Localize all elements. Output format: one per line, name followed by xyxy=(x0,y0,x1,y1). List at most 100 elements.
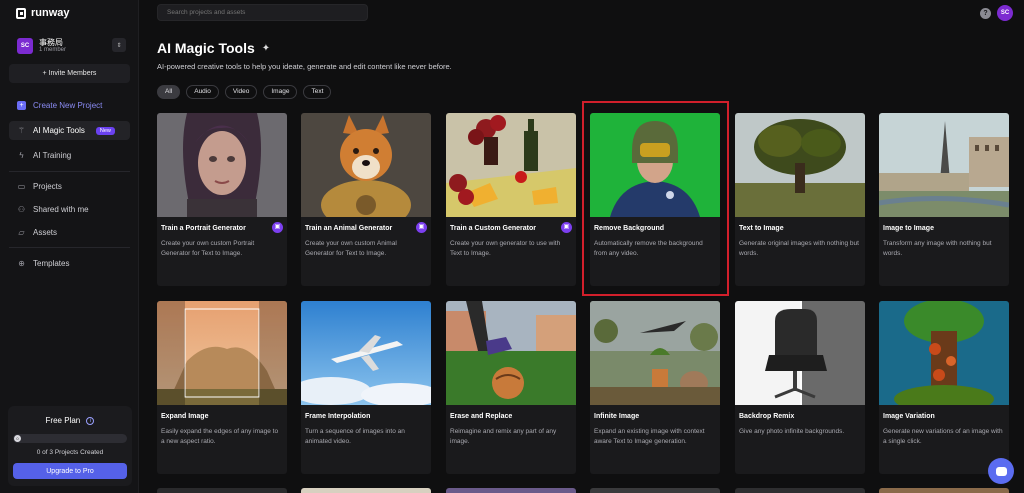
desert-thumbnail xyxy=(157,301,287,405)
users-icon: ⚇ xyxy=(17,205,26,214)
sidebar-item-assets[interactable]: ▱ Assets xyxy=(9,223,130,242)
card-thumbnail xyxy=(446,113,576,217)
magic-wand-icon: ✦ xyxy=(261,42,271,54)
tool-card-text-to-image[interactable]: Text to Image Generate original images w… xyxy=(735,113,865,286)
team-switcher[interactable]: SC 事務局 1 member ⇕ xyxy=(9,33,130,58)
upgrade-button[interactable]: Upgrade to Pro xyxy=(13,463,127,479)
card-description: Create your own custom Portrait Generato… xyxy=(161,240,255,257)
filter-bar: All Audio Video Image Text xyxy=(157,85,332,99)
tool-card-animal-generator[interactable]: Train an Animal Generator ▣ Create your … xyxy=(301,113,431,286)
wand-icon: ⚚ xyxy=(17,126,26,135)
lock-icon: ▣ xyxy=(272,222,283,233)
airplane-thumbnail xyxy=(301,301,431,405)
lock-icon: ▣ xyxy=(561,222,572,233)
sidebar-item-ai-magic-tools[interactable]: ⚚ AI Magic Tools New xyxy=(9,121,130,140)
card-row-3-peek xyxy=(879,488,1009,493)
card-thumbnail xyxy=(157,301,287,405)
page-subtitle: AI-powered creative tools to help you id… xyxy=(157,62,452,71)
divider xyxy=(9,171,130,172)
card-title: Text to Image xyxy=(739,225,784,232)
portrait-thumbnail xyxy=(157,113,287,217)
invite-members-button[interactable]: + Invite Members xyxy=(9,64,130,83)
sidebar-item-label: AI Magic Tools xyxy=(33,126,85,135)
card-description: Expand an existing image with context aw… xyxy=(594,428,705,445)
card-title: Expand Image xyxy=(161,413,209,420)
card-thumbnail xyxy=(301,301,431,405)
card-thumbnail xyxy=(301,113,431,217)
card-thumbnail xyxy=(590,301,720,405)
plus-icon: + xyxy=(17,101,26,110)
search-input[interactable] xyxy=(157,4,368,21)
card-description: Give any photo infinite backgrounds. xyxy=(739,428,845,435)
filter-audio[interactable]: Audio xyxy=(186,85,219,99)
globe-icon: ⊕ xyxy=(18,259,25,268)
card-thumbnail xyxy=(735,301,865,405)
filter-image[interactable]: Image xyxy=(263,85,298,99)
team-name: 事務局 xyxy=(39,38,63,47)
sidebar-item-templates[interactable]: ⊕ Templates xyxy=(9,254,130,273)
card-title: Backdrop Remix xyxy=(739,413,795,420)
page-title-row: AI Magic Tools ✦ xyxy=(157,40,270,56)
help-icon[interactable]: ? xyxy=(980,8,991,19)
card-description: Easily expand the edges of any image to … xyxy=(161,428,279,445)
tool-card-image-variation[interactable]: Image Variation Generate new variations … xyxy=(879,301,1009,474)
card-title: Image to Image xyxy=(883,225,934,232)
card-title: Infinite Image xyxy=(594,413,640,420)
sidebar-item-ai-training[interactable]: ϟ AI Training xyxy=(9,146,130,165)
chat-button[interactable] xyxy=(988,458,1014,484)
card-description: Reimagine and remix any part of any imag… xyxy=(450,428,557,445)
card-row-3-peek xyxy=(157,488,287,493)
team-members: 1 member xyxy=(39,47,67,53)
info-icon[interactable]: i xyxy=(86,416,95,425)
paris-thumbnail xyxy=(879,113,1009,217)
filter-all[interactable]: All xyxy=(157,85,181,99)
tool-card-portrait-generator[interactable]: Train a Portrait Generator ▣ Create your… xyxy=(157,113,287,286)
lock-icon: ▣ xyxy=(416,222,427,233)
sidebar-item-label: AI Training xyxy=(33,151,72,160)
filter-video[interactable]: Video xyxy=(224,85,258,99)
runway-logo[interactable]: runway xyxy=(16,7,70,19)
user-avatar[interactable]: SC xyxy=(997,5,1013,21)
tool-card-expand-image[interactable]: Expand Image Easily expand the edges of … xyxy=(157,301,287,474)
selection-highlight xyxy=(582,101,729,296)
logo-text: runway xyxy=(31,7,70,19)
projects-icon: ▭ xyxy=(17,182,26,191)
sidebar-item-projects[interactable]: ▭ Projects xyxy=(9,177,130,196)
still-life-thumbnail xyxy=(446,113,576,217)
card-title: Image Variation xyxy=(883,413,935,420)
card-description: Generate new variations of an image with… xyxy=(883,428,1003,445)
tool-card-image-to-image[interactable]: Image to Image Transform any image with … xyxy=(879,113,1009,286)
sidebar: runway SC 事務局 1 member ⇕ + Invite Member… xyxy=(0,0,139,493)
card-row-3-peek xyxy=(301,488,431,493)
new-badge: New xyxy=(95,126,115,135)
chevron-updown-icon[interactable]: ⇕ xyxy=(112,38,126,52)
card-thumbnail xyxy=(879,113,1009,217)
team-avatar: SC xyxy=(17,37,33,54)
tool-card-frame-interpolation[interactable]: Frame Interpolation Turn a sequence of i… xyxy=(301,301,431,474)
create-project-label: Create New Project xyxy=(33,101,103,110)
card-title: Train a Portrait Generator xyxy=(161,225,246,232)
plan-panel: Free Plan i 0 0 of 3 Projects Created Up… xyxy=(8,406,132,486)
tool-card-infinite-image[interactable]: Infinite Image Expand an existing image … xyxy=(590,301,720,474)
surreal-thumbnail xyxy=(590,301,720,405)
dog-astronaut-thumbnail xyxy=(301,113,431,217)
plan-title: Free Plan xyxy=(45,416,81,425)
card-row-3-peek xyxy=(735,488,865,493)
card-description: Transform any image with nothing but wor… xyxy=(883,240,992,257)
card-description: Create your own generator to use with Te… xyxy=(450,240,561,257)
tool-card-erase-replace[interactable]: Erase and Replace Reimagine and remix an… xyxy=(446,301,576,474)
sidebar-item-label: Projects xyxy=(33,182,62,191)
moss-tree-thumbnail xyxy=(879,301,1009,405)
bolt-icon: ϟ xyxy=(19,151,24,160)
filter-text[interactable]: Text xyxy=(303,85,332,99)
sidebar-item-shared[interactable]: ⚇ Shared with me xyxy=(9,200,130,219)
folder-icon: ▱ xyxy=(18,228,25,237)
tool-card-custom-generator[interactable]: Train a Custom Generator ▣ Create your o… xyxy=(446,113,576,286)
divider xyxy=(9,247,130,248)
runway-logo-icon xyxy=(16,7,26,19)
card-title: Train a Custom Generator xyxy=(450,225,536,232)
card-description: Create your own custom Animal Generator … xyxy=(305,240,397,257)
tool-card-backdrop-remix[interactable]: Backdrop Remix Give any photo infinite b… xyxy=(735,301,865,474)
create-project-button[interactable]: + Create New Project xyxy=(9,96,130,115)
plan-progress-bar: 0 xyxy=(13,434,127,443)
